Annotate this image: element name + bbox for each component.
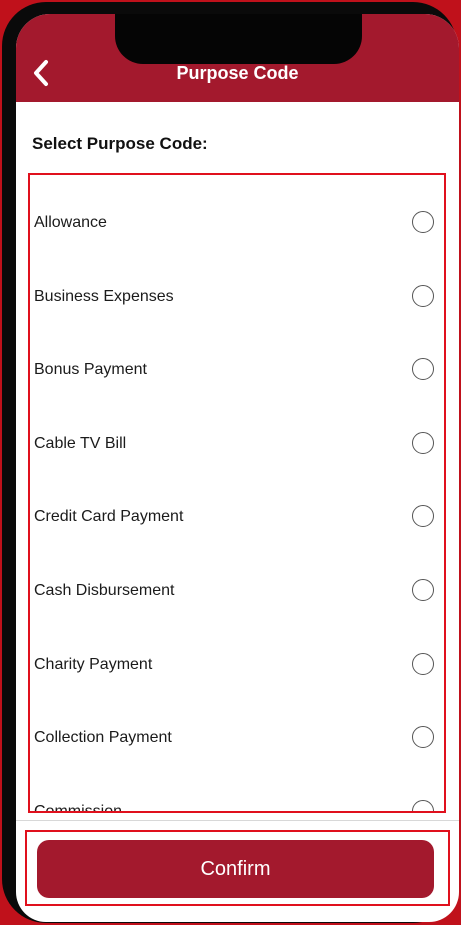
device-notch <box>115 14 362 64</box>
page-title: Purpose Code <box>176 63 299 83</box>
section-label: Select Purpose Code: <box>32 134 208 153</box>
footer-divider <box>16 820 459 821</box>
radio-button[interactable] <box>412 653 434 675</box>
radio-button[interactable] <box>412 358 434 380</box>
list-item-cable-tv-bill[interactable]: Cable TV Bill <box>30 425 444 465</box>
list-item-label: Charity Payment <box>34 656 153 673</box>
list-item-collection-payment[interactable]: Collection Payment <box>30 719 444 759</box>
app-screen: Purpose Code Select Purpose Code: Allowa… <box>16 14 459 922</box>
list-item-label: Credit Card Payment <box>34 508 184 525</box>
list-item-label: Commission <box>34 803 123 813</box>
radio-button[interactable] <box>412 800 434 811</box>
list-item-label: Cable TV Bill <box>34 435 127 452</box>
radio-button[interactable] <box>412 211 434 233</box>
list-item-charity-payment[interactable]: Charity Payment <box>30 646 444 686</box>
phone-frame: Purpose Code Select Purpose Code: Allowa… <box>2 2 459 923</box>
list-item-label: Collection Payment <box>34 729 172 746</box>
confirm-button[interactable]: Confirm <box>37 840 434 898</box>
list-item-allowance[interactable]: Allowance <box>30 204 444 244</box>
list-item-credit-card-payment[interactable]: Credit Card Payment <box>30 498 444 538</box>
radio-button[interactable] <box>412 432 434 454</box>
list-item-cash-disbursement[interactable]: Cash Disbursement <box>30 572 444 612</box>
list-item-label: Cash Disbursement <box>34 582 175 599</box>
list-item-bonus-payment[interactable]: Bonus Payment <box>30 351 444 391</box>
list-item-commission[interactable]: Commission <box>30 793 444 813</box>
list-item-business-expenses[interactable]: Business Expenses <box>30 278 444 318</box>
radio-button[interactable] <box>412 505 434 527</box>
radio-button[interactable] <box>412 285 434 307</box>
purpose-code-list[interactable]: Allowance Business Expenses Bonus Paymen… <box>28 173 446 813</box>
list-item-label: Business Expenses <box>34 288 174 305</box>
list-item-label: Bonus Payment <box>34 361 147 378</box>
radio-button[interactable] <box>412 726 434 748</box>
header-bar: Purpose Code <box>16 14 459 102</box>
list-item-label: Allowance <box>34 214 107 231</box>
radio-button[interactable] <box>412 579 434 601</box>
